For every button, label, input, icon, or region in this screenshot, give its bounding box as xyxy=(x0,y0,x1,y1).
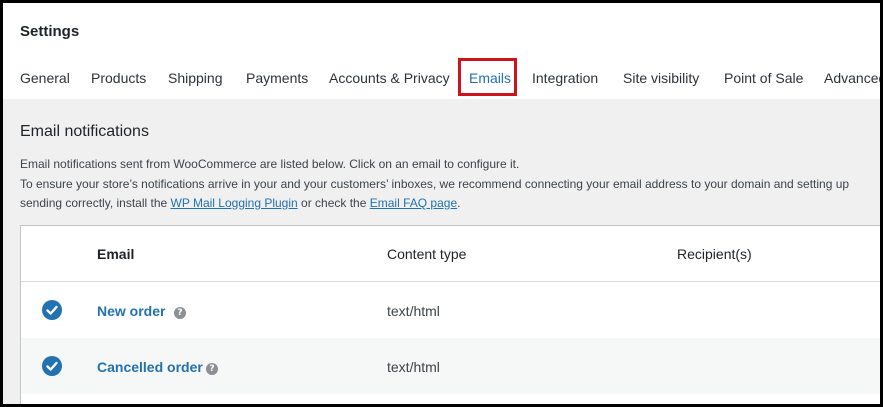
tab-site-visibility[interactable]: Site visibility xyxy=(623,67,699,89)
section-description-line-1: Email notifications sent from WooCommerc… xyxy=(20,157,520,171)
help-icon[interactable]: ? xyxy=(206,363,218,375)
email-faq-link[interactable]: Email FAQ page xyxy=(370,196,457,210)
table-row: New order ? text/html xyxy=(21,282,880,338)
tab-products[interactable]: Products xyxy=(91,67,146,89)
settings-header: Settings General Products Shipping Payme… xyxy=(3,3,880,99)
column-header-content-type: Content type xyxy=(387,246,467,262)
wp-mail-logging-link[interactable]: WP Mail Logging Plugin xyxy=(171,196,298,210)
help-icon[interactable]: ? xyxy=(174,307,186,319)
tab-payments[interactable]: Payments xyxy=(246,67,308,89)
email-table: Email Content type Recipient(s) New orde… xyxy=(20,225,880,404)
desc-text-b: or check the xyxy=(297,196,370,210)
content-type-cell: text/html xyxy=(387,303,440,319)
settings-page: Settings General Products Shipping Payme… xyxy=(3,3,880,404)
table-row: Cancelled order ? text/html xyxy=(21,338,880,394)
tab-accounts-privacy[interactable]: Accounts & Privacy xyxy=(329,67,450,89)
email-link-new-order[interactable]: New order xyxy=(97,303,165,319)
check-circle-icon xyxy=(42,300,62,320)
desc-text-c: . xyxy=(457,196,461,210)
tab-advanced[interactable]: Advanced xyxy=(824,67,880,89)
content-type-cell: text/html xyxy=(387,359,440,375)
tab-emails[interactable]: Emails xyxy=(469,67,511,89)
tab-point-of-sale[interactable]: Point of Sale xyxy=(724,67,803,89)
tab-integration[interactable]: Integration xyxy=(532,67,598,89)
check-circle-icon xyxy=(42,356,62,376)
desc-text-a: sending correctly, install the xyxy=(20,196,171,210)
email-link-cancelled-order[interactable]: Cancelled order xyxy=(97,359,203,375)
section-description-line-3: sending correctly, install the WP Mail L… xyxy=(20,196,460,210)
column-header-recipients: Recipient(s) xyxy=(677,246,752,262)
tab-shipping[interactable]: Shipping xyxy=(168,67,223,89)
section-description-line-2: To ensure your store’s notifications arr… xyxy=(20,177,850,191)
column-header-email: Email xyxy=(97,246,135,262)
tab-general[interactable]: General xyxy=(20,67,70,89)
page-title: Settings xyxy=(20,23,80,40)
section-title: Email notifications xyxy=(20,123,149,140)
table-header: Email Content type Recipient(s) xyxy=(21,226,880,282)
